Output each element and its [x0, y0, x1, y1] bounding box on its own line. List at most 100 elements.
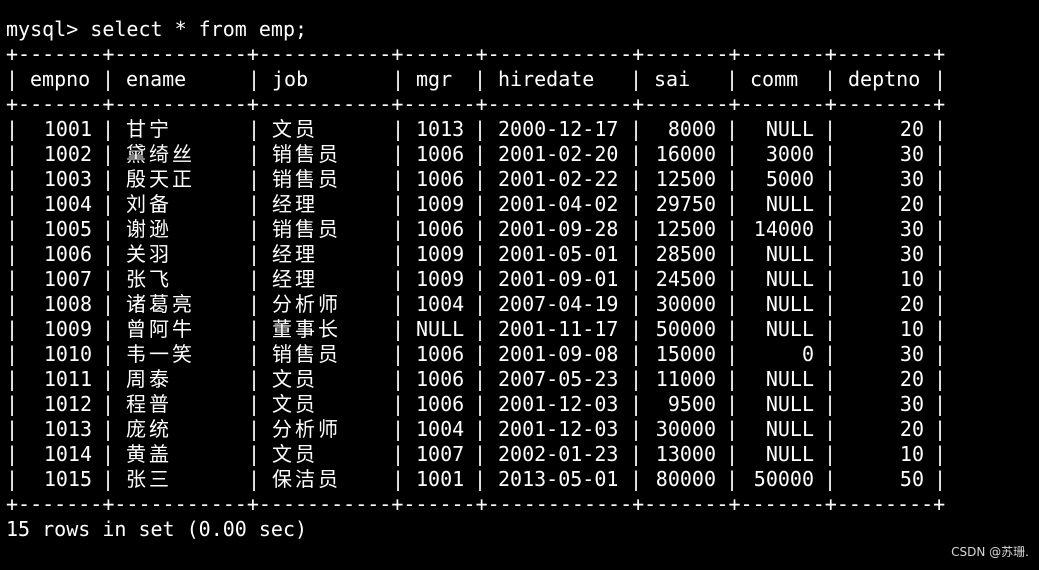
cell-comm: NULL — [765, 442, 814, 466]
column-separator: | — [824, 292, 837, 316]
column-separator: | — [726, 117, 739, 141]
table-row: | 1001 | 甘宁 | 文员 | 1013 | 2000-12-17 | 8000 | NULL | 20… — [6, 117, 1036, 142]
cell-ename: 黛绮丝 — [126, 142, 195, 166]
column-header-ename: ename — [126, 67, 187, 91]
cell-ename: 韦一笑 — [126, 342, 195, 366]
column-separator: | — [726, 217, 739, 241]
cell-ename: 诸葛亮 — [126, 292, 195, 316]
cell-job: 保洁员 — [272, 467, 341, 491]
column-separator: | — [102, 267, 115, 291]
cell-sai: 29750 — [655, 192, 716, 216]
cell-mgr: 1006 — [416, 392, 465, 416]
column-separator: | — [824, 367, 837, 391]
column-separator: | — [248, 442, 261, 466]
column-separator: | — [630, 117, 643, 141]
cell-deptno: 30 — [899, 142, 924, 166]
column-separator: | — [934, 442, 947, 466]
column-separator: | — [474, 417, 487, 441]
cell-ename: 黄盖 — [126, 442, 172, 466]
cell-job: 分析师 — [272, 292, 341, 316]
column-separator: | — [726, 367, 739, 391]
column-separator: | — [248, 217, 261, 241]
cell-sai: 9500 — [667, 392, 716, 416]
column-separator: | — [6, 392, 19, 416]
column-separator: | — [824, 317, 837, 341]
column-separator: | — [392, 467, 405, 491]
cell-sai: 12500 — [655, 217, 716, 241]
column-separator: | — [824, 167, 837, 191]
column-separator: | — [824, 442, 837, 466]
result-summary: 15 rows in set (0.00 sec) — [6, 517, 308, 541]
column-separator: | — [474, 192, 487, 216]
cell-job: 文员 — [272, 442, 318, 466]
table-row: | 1009 | 曾阿牛 | 董事长 | NULL | 2001-11-17 | 50000 | NULL… — [6, 317, 1036, 342]
table-row: | 1004 | 刘备 | 经理 | 1009 | 2001-04-02 | 29750 | NULL | 2… — [6, 192, 1036, 217]
column-separator: | — [102, 217, 115, 241]
column-separator: | — [102, 167, 115, 191]
column-separator: | — [102, 417, 115, 441]
cell-job: 经理 — [272, 192, 318, 216]
cell-job: 分析师 — [272, 417, 341, 441]
column-separator: | — [726, 192, 739, 216]
cell-deptno: 10 — [899, 267, 924, 291]
cell-hiredate: 2001-12-03 — [498, 417, 619, 441]
cell-mgr: 1007 — [416, 442, 465, 466]
column-header-sai: sai — [654, 67, 691, 91]
cell-empno: 1011 — [43, 367, 92, 391]
column-separator: | — [726, 417, 739, 441]
column-header-deptno: deptno — [848, 67, 921, 91]
cell-empno: 1001 — [43, 117, 92, 141]
column-separator: | — [392, 367, 405, 391]
column-separator: | — [6, 417, 19, 441]
cell-sai: 30000 — [655, 292, 716, 316]
column-separator: | — [934, 267, 947, 291]
column-separator: | — [248, 167, 261, 191]
column-separator: | — [6, 467, 19, 491]
column-separator: | — [934, 342, 947, 366]
column-separator: | — [6, 217, 19, 241]
column-separator: | — [6, 342, 19, 366]
cell-mgr: 1009 — [416, 192, 465, 216]
cell-sai: 30000 — [655, 417, 716, 441]
column-separator: | — [630, 392, 643, 416]
column-separator: | — [824, 142, 837, 166]
column-header-empno: empno — [30, 67, 91, 91]
column-separator: | — [248, 317, 261, 341]
cell-empno: 1013 — [43, 417, 92, 441]
column-separator: | — [392, 167, 405, 191]
watermark: CSDN @苏珊. — [951, 545, 1029, 559]
column-separator: | — [630, 267, 643, 291]
table-border-top: +-------+-----------+-----------+------+… — [6, 42, 946, 66]
column-separator: | — [474, 117, 487, 141]
column-separator: | — [630, 242, 643, 266]
cell-empno: 1012 — [43, 392, 92, 416]
column-separator: | — [6, 442, 19, 466]
column-separator: | — [248, 142, 261, 166]
cell-hiredate: 2001-09-08 — [498, 342, 619, 366]
cell-mgr: 1009 — [416, 242, 465, 266]
cell-comm: 50000 — [753, 467, 814, 491]
table-row: | 1003 | 殷天正 | 销售员 | 1006 | 2001-02-22 | 12500 | 5000… — [6, 167, 1036, 192]
cell-hiredate: 2002-01-23 — [498, 442, 619, 466]
column-separator: | — [248, 242, 261, 266]
cell-ename: 曾阿牛 — [126, 317, 195, 341]
table-row: | 1015 | 张三 | 保洁员 | 1001 | 2013-05-01 | 80000 | 50000… — [6, 467, 1036, 492]
cell-mgr: 1001 — [416, 467, 465, 491]
column-separator: | — [474, 167, 487, 191]
column-separator: | — [6, 117, 19, 141]
column-separator: | — [474, 392, 487, 416]
cell-comm: 14000 — [753, 217, 814, 241]
cell-sai: 24500 — [655, 267, 716, 291]
column-separator: | — [248, 367, 261, 391]
cell-hiredate: 2013-05-01 — [498, 467, 619, 491]
column-separator: | — [474, 367, 487, 391]
cell-hiredate: 2001-02-22 — [498, 167, 619, 191]
column-separator: | — [630, 192, 643, 216]
column-separator: | — [474, 67, 487, 91]
column-separator: | — [248, 292, 261, 316]
column-separator: | — [248, 342, 261, 366]
cell-deptno: 10 — [899, 317, 924, 341]
cell-mgr: 1006 — [416, 142, 465, 166]
cell-empno: 1006 — [43, 242, 92, 266]
cell-deptno: 30 — [899, 342, 924, 366]
